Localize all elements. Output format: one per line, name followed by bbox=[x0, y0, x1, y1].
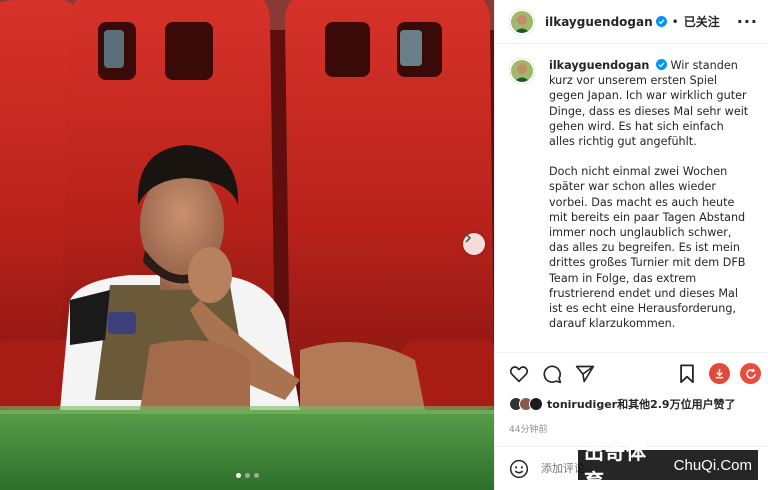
emoji-icon[interactable] bbox=[509, 459, 529, 479]
caption-paragraph-2: Doch nicht einmal zwei Wochen später war… bbox=[549, 165, 746, 331]
comment-icon bbox=[543, 364, 562, 383]
heart-icon bbox=[509, 365, 529, 383]
like-button[interactable] bbox=[507, 362, 531, 386]
share-button[interactable] bbox=[573, 362, 597, 386]
caption: ilkayguendogan Wir standen kurz vor unse… bbox=[495, 44, 768, 352]
refresh-button[interactable] bbox=[740, 363, 761, 384]
watermark-cn: 出奇体育 bbox=[584, 440, 647, 490]
caption-username[interactable]: ilkayguendogan bbox=[549, 59, 649, 72]
likes-text[interactable]: tonirudiger和其他2.9万位用户赞了 bbox=[547, 396, 736, 412]
post-sidebar: ilkayguendogan • 已关注 ··· ilkayguendogan … bbox=[494, 0, 768, 490]
refresh-icon bbox=[745, 368, 756, 379]
verified-icon bbox=[655, 16, 667, 27]
caption-paragraph-1: Wir standen kurz vor unserem ersten Spie… bbox=[549, 59, 749, 149]
watermark-en: ChuQi.Com bbox=[673, 456, 752, 474]
post-header: ilkayguendogan • 已关注 ··· bbox=[495, 0, 768, 44]
caption-text: ilkayguendogan Wir standen kurz vor unse… bbox=[549, 58, 749, 352]
post-photo[interactable] bbox=[0, 0, 494, 490]
carousel-dot bbox=[244, 473, 250, 478]
header-separator: • bbox=[671, 14, 679, 29]
comment-button[interactable] bbox=[540, 362, 564, 386]
avatar bbox=[529, 397, 543, 411]
action-bar bbox=[495, 352, 768, 394]
carousel-indicator bbox=[0, 473, 494, 478]
next-photo-button[interactable] bbox=[463, 233, 485, 255]
watermark: 出奇体育 ChuQi.Com bbox=[578, 440, 758, 490]
carousel-dot bbox=[253, 473, 259, 478]
likes-summary[interactable]: tonirudiger和其他2.9万位用户赞了 bbox=[509, 396, 736, 412]
stadium-photo bbox=[0, 0, 494, 490]
verified-icon bbox=[655, 59, 667, 70]
follow-status-button[interactable]: 已关注 bbox=[684, 13, 720, 30]
post-timestamp[interactable]: 44分钟前 bbox=[509, 422, 547, 435]
avatar[interactable] bbox=[509, 58, 535, 84]
share-icon bbox=[575, 365, 595, 382]
save-button[interactable] bbox=[675, 362, 699, 386]
download-icon bbox=[715, 368, 724, 379]
more-icon[interactable]: ··· bbox=[737, 12, 758, 31]
username-link[interactable]: ilkayguendogan bbox=[545, 15, 653, 29]
download-button[interactable] bbox=[709, 363, 730, 384]
bookmark-icon bbox=[680, 363, 694, 383]
chevron-right-icon bbox=[465, 233, 472, 243]
avatar[interactable] bbox=[509, 8, 535, 35]
carousel-dot bbox=[235, 473, 241, 478]
